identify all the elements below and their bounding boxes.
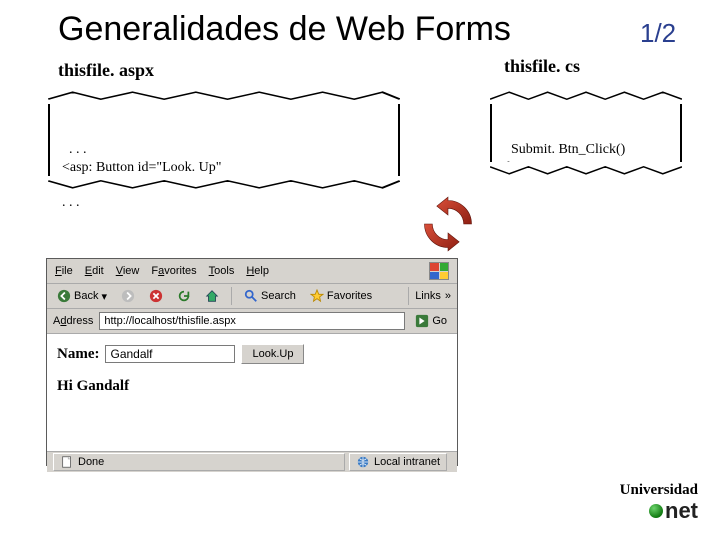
torn-edge-icon	[48, 88, 400, 102]
browser-window: File Edit View Favorites Tools Help Back…	[46, 258, 458, 466]
slide-title: Generalidades de Web Forms	[58, 10, 511, 49]
back-button[interactable]: Back ▾	[53, 288, 111, 304]
back-arrow-icon	[57, 289, 71, 303]
status-done: Done	[78, 456, 104, 468]
lookup-button[interactable]: Look.Up	[241, 344, 304, 364]
intranet-icon	[356, 455, 370, 469]
menu-edit[interactable]: Edit	[85, 265, 104, 277]
menu-tools[interactable]: Tools	[209, 265, 235, 277]
address-bar: Address Go	[47, 309, 457, 334]
tool-bar: Back ▾ Search Favorites Links »	[47, 284, 457, 309]
status-bar: Done Local intranet	[47, 452, 457, 472]
favorites-label: Favorites	[327, 290, 372, 302]
chevron-right-icon[interactable]: »	[445, 290, 451, 302]
torn-edge-icon	[48, 178, 400, 192]
torn-edge-icon	[490, 88, 682, 102]
address-label: Address	[53, 315, 93, 327]
home-button[interactable]	[201, 288, 223, 304]
address-input[interactable]	[99, 312, 405, 330]
refresh-icon	[177, 289, 191, 303]
separator	[408, 287, 409, 305]
dot-icon	[649, 504, 663, 518]
star-icon	[310, 289, 324, 303]
recycle-arrows-icon	[420, 196, 476, 252]
windows-logo-icon	[429, 262, 449, 280]
logo-net: net	[665, 500, 698, 522]
stop-button[interactable]	[145, 288, 167, 304]
dotnet-logo: Universidad net	[620, 483, 698, 522]
forward-arrow-icon	[121, 289, 135, 303]
logo-universidad: Universidad	[620, 483, 698, 498]
menu-file[interactable]: File	[55, 265, 73, 277]
separator	[231, 287, 232, 305]
name-input[interactable]	[105, 345, 235, 363]
chevron-down-icon: ▾	[101, 290, 107, 303]
home-icon	[205, 289, 219, 303]
go-label: Go	[432, 315, 447, 327]
refresh-button[interactable]	[173, 288, 195, 304]
status-zone: Local intranet	[374, 456, 440, 468]
result-text: Hi Gandalf	[57, 378, 447, 395]
search-icon	[244, 289, 258, 303]
forward-button[interactable]	[117, 288, 139, 304]
code-box-cs: Submit. Btn_Click() { . . .	[490, 90, 682, 176]
code-box-aspx: . . . <asp: Button id="Look. Up" On. Cli…	[48, 90, 400, 190]
page-content: Name: Look.Up Hi Gandalf	[47, 334, 457, 452]
stop-icon	[149, 289, 163, 303]
code-text-aspx: . . . <asp: Button id="Look. Up" On. Cli…	[62, 142, 271, 210]
menu-view[interactable]: View	[116, 265, 140, 277]
search-button[interactable]: Search	[240, 288, 300, 304]
go-arrow-icon	[415, 314, 429, 328]
menu-favorites[interactable]: Favorites	[151, 265, 196, 277]
favorites-button[interactable]: Favorites	[306, 288, 376, 304]
file-label-aspx: thisfile. aspx	[58, 60, 154, 81]
page-number: 1/2	[640, 18, 676, 49]
name-label: Name:	[57, 346, 99, 363]
go-button[interactable]: Go	[411, 313, 451, 329]
back-label: Back	[74, 290, 98, 302]
file-label-cs: thisfile. cs	[504, 56, 580, 77]
search-label: Search	[261, 290, 296, 302]
menu-help[interactable]: Help	[246, 265, 269, 277]
menu-bar: File Edit View Favorites Tools Help	[47, 259, 457, 284]
torn-edge-icon	[490, 164, 682, 178]
document-icon	[60, 455, 74, 469]
links-label[interactable]: Links	[415, 290, 441, 302]
